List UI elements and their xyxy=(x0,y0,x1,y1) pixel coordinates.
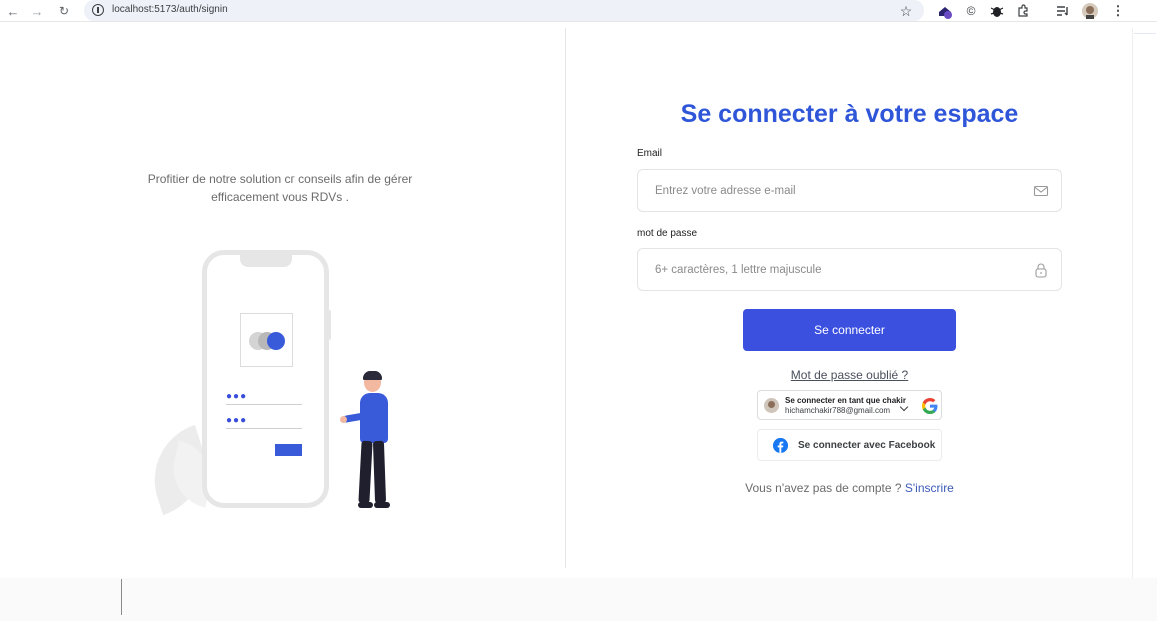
email-field[interactable] xyxy=(637,169,1062,212)
extension-icon[interactable] xyxy=(937,3,953,19)
password-dots-icon: ●●● xyxy=(226,415,248,426)
page-title: Se connecter à votre espace xyxy=(680,100,1019,128)
logo-circle-icon xyxy=(267,332,285,350)
browser-toolbar: ← → ↻ localhost:5173/auth/signin ☆ © ⋮ xyxy=(0,0,1157,22)
copyright-extension-icon[interactable]: © xyxy=(963,3,979,19)
signup-prompt-text: Vous n'avez pas de compte ? xyxy=(745,481,902,495)
tagline-line-2: efficacement vous RDVs . xyxy=(211,190,349,204)
facebook-signin-label: Se connecter avec Facebook xyxy=(798,440,936,451)
scroll-indicator xyxy=(1134,33,1156,34)
lock-icon xyxy=(1033,262,1049,278)
person-shoe xyxy=(358,502,373,508)
bug-extension-icon[interactable] xyxy=(989,3,1005,19)
phone-frame xyxy=(202,250,329,508)
reading-list-icon[interactable] xyxy=(1055,3,1071,19)
tagline: Profitier de notre solution сг conseils … xyxy=(130,170,430,206)
google-signin-button[interactable]: Se connecter en tant que chakir hichamch… xyxy=(757,390,942,420)
forward-arrow-icon[interactable]: → xyxy=(28,2,46,20)
password-input[interactable] xyxy=(655,261,1015,279)
chevron-down-icon xyxy=(899,402,909,412)
panel-divider xyxy=(565,28,566,568)
phone-notch xyxy=(240,255,292,267)
password-dots-icon: ●●● xyxy=(226,391,248,402)
email-label: Email xyxy=(637,148,663,159)
app-logo-box xyxy=(240,313,293,367)
facebook-signin-button[interactable]: Se connecter avec Facebook xyxy=(757,429,942,461)
bookmark-star-icon[interactable]: ☆ xyxy=(898,3,914,19)
viewport-edge xyxy=(1132,28,1133,578)
email-input[interactable] xyxy=(655,182,1015,200)
person-shoe xyxy=(374,502,390,508)
google-account-email: hichamchakir788@gmail.com xyxy=(785,406,891,415)
mail-icon xyxy=(1033,183,1049,199)
person-hair xyxy=(363,371,382,380)
password-label: mot de passe xyxy=(637,228,698,239)
signup-prompt: Vous n'avez pas de compte ? S'inscrire xyxy=(637,481,1062,495)
reload-icon[interactable]: ↻ xyxy=(55,2,73,20)
url-text[interactable]: localhost:5173/auth/signin xyxy=(112,4,228,15)
profile-avatar-icon[interactable] xyxy=(1082,3,1098,19)
person-hand xyxy=(340,416,347,423)
more-menu-icon[interactable]: ⋮ xyxy=(1110,3,1126,19)
password-dots-row: ●●● xyxy=(226,391,302,405)
phone-button xyxy=(275,444,302,456)
password-field[interactable] xyxy=(637,248,1062,291)
phone-side-button xyxy=(327,310,331,340)
puzzle-extensions-icon[interactable] xyxy=(1015,3,1031,19)
google-logo-icon xyxy=(922,398,938,414)
back-arrow-icon[interactable]: ← xyxy=(4,2,22,20)
signup-link[interactable]: S'inscrire xyxy=(905,481,954,495)
google-account-name: Se connecter en tant que chakir xyxy=(785,396,906,405)
facebook-icon xyxy=(773,438,788,453)
person-leg xyxy=(372,440,387,504)
text-caret xyxy=(121,579,122,615)
signin-button[interactable]: Se connecter xyxy=(743,309,956,351)
bottom-bar xyxy=(0,578,1157,621)
password-dots-row: ●●● xyxy=(226,415,302,429)
google-account-avatar xyxy=(764,398,779,413)
site-info-icon[interactable] xyxy=(92,4,104,16)
tagline-line-1: Profitier de notre solution сг conseils … xyxy=(147,172,413,186)
forgot-password-link[interactable]: Mot de passe oublié ? xyxy=(743,368,956,382)
